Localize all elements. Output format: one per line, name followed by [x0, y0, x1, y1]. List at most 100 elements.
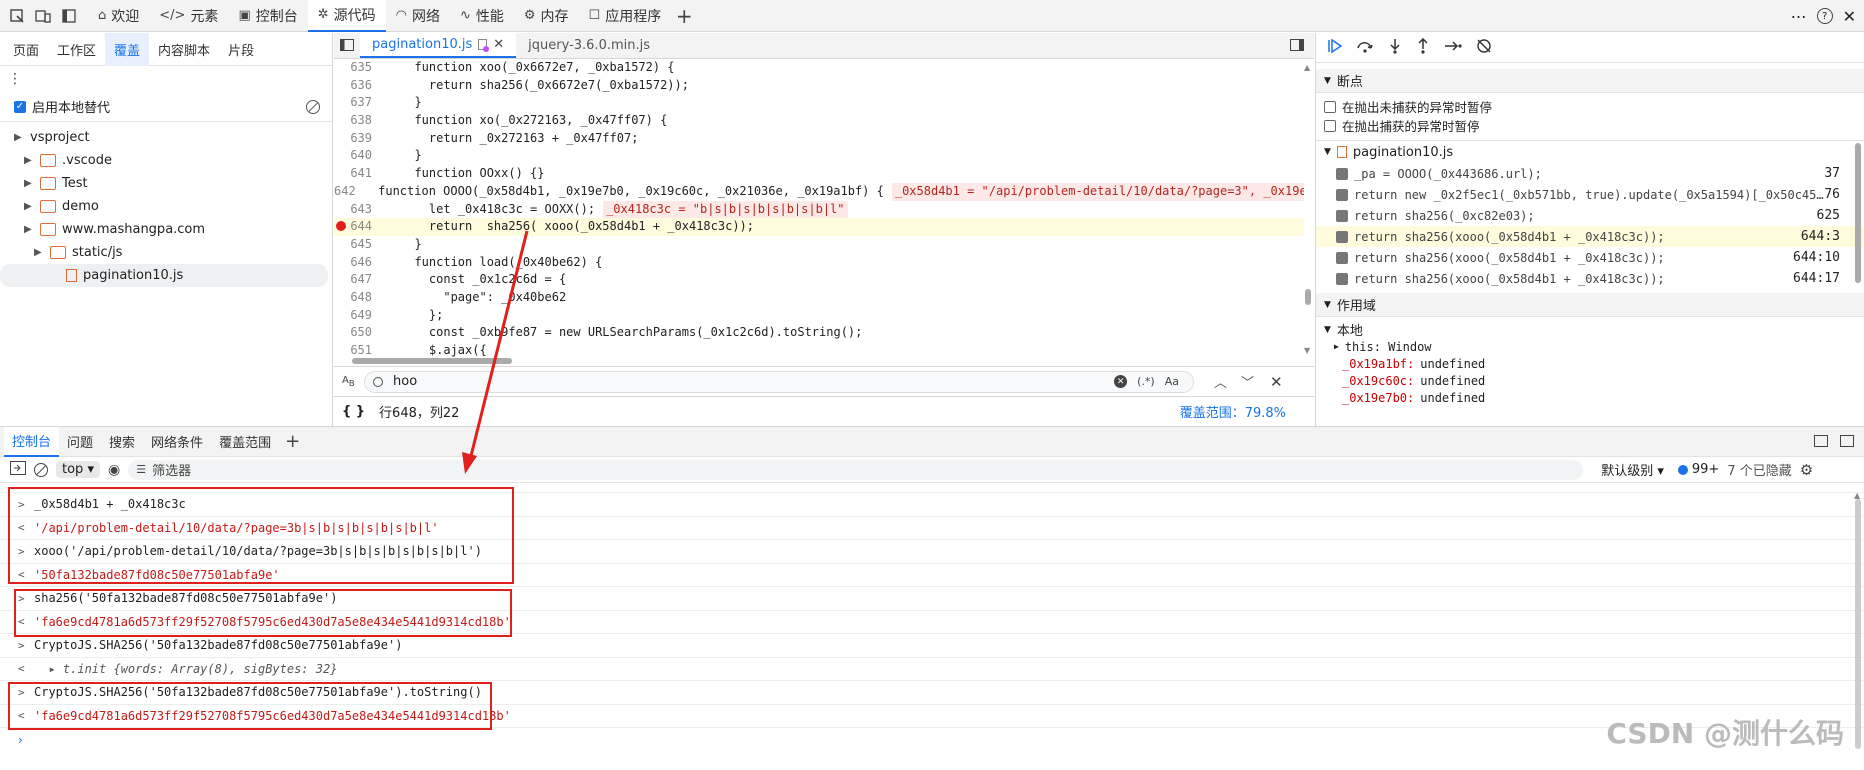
drawer-tab[interactable]: 控制台: [4, 426, 60, 457]
deactivate-breakpoints-icon[interactable]: [1476, 38, 1492, 58]
line-number[interactable]: 643: [334, 201, 380, 219]
tab-home[interactable]: ⌂ 欢迎: [88, 0, 149, 32]
breakpoint-checkbox[interactable]: [1336, 209, 1348, 222]
drawer-dock-icon[interactable]: [1814, 435, 1828, 447]
code-line[interactable]: 637 }: [334, 94, 1304, 112]
drawer-tab[interactable]: 网络条件: [143, 427, 211, 457]
navigator-tab[interactable]: 片段: [219, 33, 263, 66]
scope-header[interactable]: ▼ 作用域: [1316, 293, 1864, 317]
code-line[interactable]: 646 function load(_0x40be62) {: [334, 254, 1304, 272]
editor-horizontal-scrollbar[interactable]: [342, 357, 1294, 365]
editor-tab-jquery[interactable]: jquery-3.6.0.min.js: [516, 32, 662, 58]
override-checkbox[interactable]: ✓: [14, 100, 26, 113]
tree-item[interactable]: ▶ static/js: [0, 241, 332, 264]
pause-uncaught-checkbox[interactable]: [1324, 100, 1336, 113]
pause-uncaught-row[interactable]: 在抛出未捕获的异常时暂停: [1316, 97, 1864, 116]
scope-this[interactable]: ▶ this: Window: [1316, 338, 1864, 355]
line-number[interactable]: 642: [334, 183, 364, 201]
navigator-toggle-icon[interactable]: [334, 32, 360, 58]
line-number[interactable]: 635: [334, 59, 380, 77]
regex-toggle[interactable]: (.*): [1137, 375, 1155, 388]
step-out-icon[interactable]: [1416, 37, 1430, 58]
local-override-row[interactable]: ✓ 启用本地替代: [0, 92, 332, 122]
code-line[interactable]: 636 return sha256(_0x6672e7(_0xba1572));: [334, 77, 1304, 95]
code-line[interactable]: 642 function OOOO(_0x58d4b1, _0x19e7b0, …: [334, 182, 1304, 201]
drawer-tab[interactable]: 问题: [59, 427, 101, 457]
step-over-icon[interactable]: [1356, 38, 1374, 58]
tab-wifi[interactable]: ◠ 网络: [386, 0, 450, 32]
resume-icon[interactable]: [1326, 38, 1343, 58]
line-number[interactable]: 641: [334, 165, 380, 183]
line-number[interactable]: 640: [334, 147, 380, 165]
log-level-select[interactable]: 默认级别 ▾: [1601, 460, 1664, 479]
breakpoint-item[interactable]: return sha256(xooo(_0x58d4b1 + _0x418c3c…: [1316, 247, 1864, 268]
tree-item[interactable]: ▶ .vscode: [0, 149, 332, 172]
close-icon[interactable]: ✕: [1843, 7, 1856, 26]
code-line[interactable]: 644 return sha256( xooo(_0x58d4b1 + _0x4…: [334, 218, 1304, 236]
close-find-icon[interactable]: ✕: [1270, 373, 1283, 391]
scope-variable[interactable]: _0x19a1bf: undefined: [1316, 355, 1864, 372]
breakpoint-checkbox[interactable]: [1336, 272, 1348, 285]
more-options-icon[interactable]: ⋯: [1791, 7, 1807, 26]
breakpoint-checkbox[interactable]: [1336, 167, 1348, 180]
close-tab-icon[interactable]: ✕: [493, 37, 504, 52]
scope-local[interactable]: ▼ 本地: [1316, 321, 1864, 339]
tab-performance[interactable]: ∿ 性能: [450, 0, 514, 32]
breakpoint-file-row[interactable]: ▼ pagination10.js: [1316, 141, 1864, 163]
inspect-icon[interactable]: [4, 3, 30, 29]
pause-caught-row[interactable]: 在抛出捕获的异常时暂停: [1316, 116, 1864, 135]
clear-icon[interactable]: [306, 99, 320, 114]
find-input[interactable]: hoo ✕ (.*) Aa: [364, 370, 1194, 393]
live-expression-icon[interactable]: ◉: [108, 462, 120, 478]
line-number[interactable]: 648: [334, 289, 380, 307]
add-tab-icon[interactable]: +: [671, 3, 697, 29]
tree-item[interactable]: pagination10.js: [0, 264, 328, 287]
tree-item[interactable]: ▶ vsproject: [0, 126, 332, 149]
breakpoint-item[interactable]: return sha256(xooo(_0x58d4b1 + _0x418c3c…: [1316, 226, 1864, 247]
code-line[interactable]: 645 }: [334, 236, 1304, 254]
help-icon[interactable]: ?: [1816, 8, 1833, 24]
code-line[interactable]: 650 const _0xb9fe87 = new URLSearchParam…: [334, 324, 1304, 342]
console-line[interactable]: < ▸ t.init {words: Array(8), sigBytes: 3…: [0, 658, 1864, 681]
tab-code-brackets[interactable]: </> 元素: [149, 0, 228, 32]
prev-match-icon[interactable]: ︿: [1214, 372, 1227, 391]
code-view[interactable]: 635 function xoo(_0x6672e7, _0xba1572) {…: [334, 59, 1304, 375]
console-filter[interactable]: ☰ 筛选器: [128, 459, 1584, 480]
device-toggle-icon[interactable]: [30, 3, 56, 29]
console-scrollbar[interactable]: ▲: [1854, 491, 1862, 761]
code-line[interactable]: 647 const _0x1c2c6d = {: [334, 271, 1304, 289]
console-prompt[interactable]: ›: [0, 728, 1864, 752]
editor-vertical-scrollbar[interactable]: ▲ ▼: [1304, 63, 1312, 363]
breakpoint-checkbox[interactable]: [1336, 251, 1348, 264]
scroll-thumb[interactable]: [1305, 289, 1311, 305]
next-match-icon[interactable]: ﹀: [1241, 372, 1254, 391]
tab-bug[interactable]: ✲ 源代码: [307, 0, 386, 32]
line-number[interactable]: 649: [334, 307, 380, 325]
debugger-toggle-icon[interactable]: [1290, 39, 1304, 55]
line-number[interactable]: 647: [334, 271, 380, 289]
code-line[interactable]: 648 "page": _0x40be62: [334, 289, 1304, 307]
console-sidebar-icon[interactable]: [10, 460, 26, 479]
tab-console[interactable]: ▣ 控制台: [228, 0, 307, 32]
code-line[interactable]: 643 let _0x418c3c = OOXX(); _0x418c3c = "…: [334, 200, 1304, 219]
step-icon[interactable]: [1444, 38, 1462, 58]
navigator-tab[interactable]: 工作区: [48, 33, 105, 66]
clear-search-icon[interactable]: ✕: [1114, 375, 1128, 388]
pretty-print-icon[interactable]: { }: [342, 404, 365, 419]
breakpoint-item[interactable]: _pa = OOOO(_0x443686.url); 37: [1316, 163, 1864, 184]
breakpoint-item[interactable]: return new _0x2f5ec1(_0xb571bb, true).up…: [1316, 184, 1864, 205]
line-number[interactable]: 636: [334, 77, 380, 95]
line-number[interactable]: 646: [334, 254, 380, 272]
tree-item[interactable]: ▶ Test: [0, 172, 332, 195]
more-icon[interactable]: ⋮: [8, 71, 22, 87]
line-number[interactable]: 638: [334, 112, 380, 130]
editor-tab-pagination10[interactable]: pagination10.js ✕: [360, 32, 517, 58]
line-number[interactable]: 650: [334, 324, 380, 342]
code-line[interactable]: 640 }: [334, 147, 1304, 165]
code-line[interactable]: 641 function OOxx() {}: [334, 165, 1304, 183]
context-selector[interactable]: top ▾: [56, 461, 100, 478]
console-settings-icon[interactable]: ⚙: [1800, 461, 1813, 479]
breakpoint-checkbox[interactable]: [1336, 188, 1348, 201]
coverage-link[interactable]: 覆盖范围：79.8%: [1180, 402, 1286, 421]
debugger-scrollbar[interactable]: [1854, 63, 1862, 423]
